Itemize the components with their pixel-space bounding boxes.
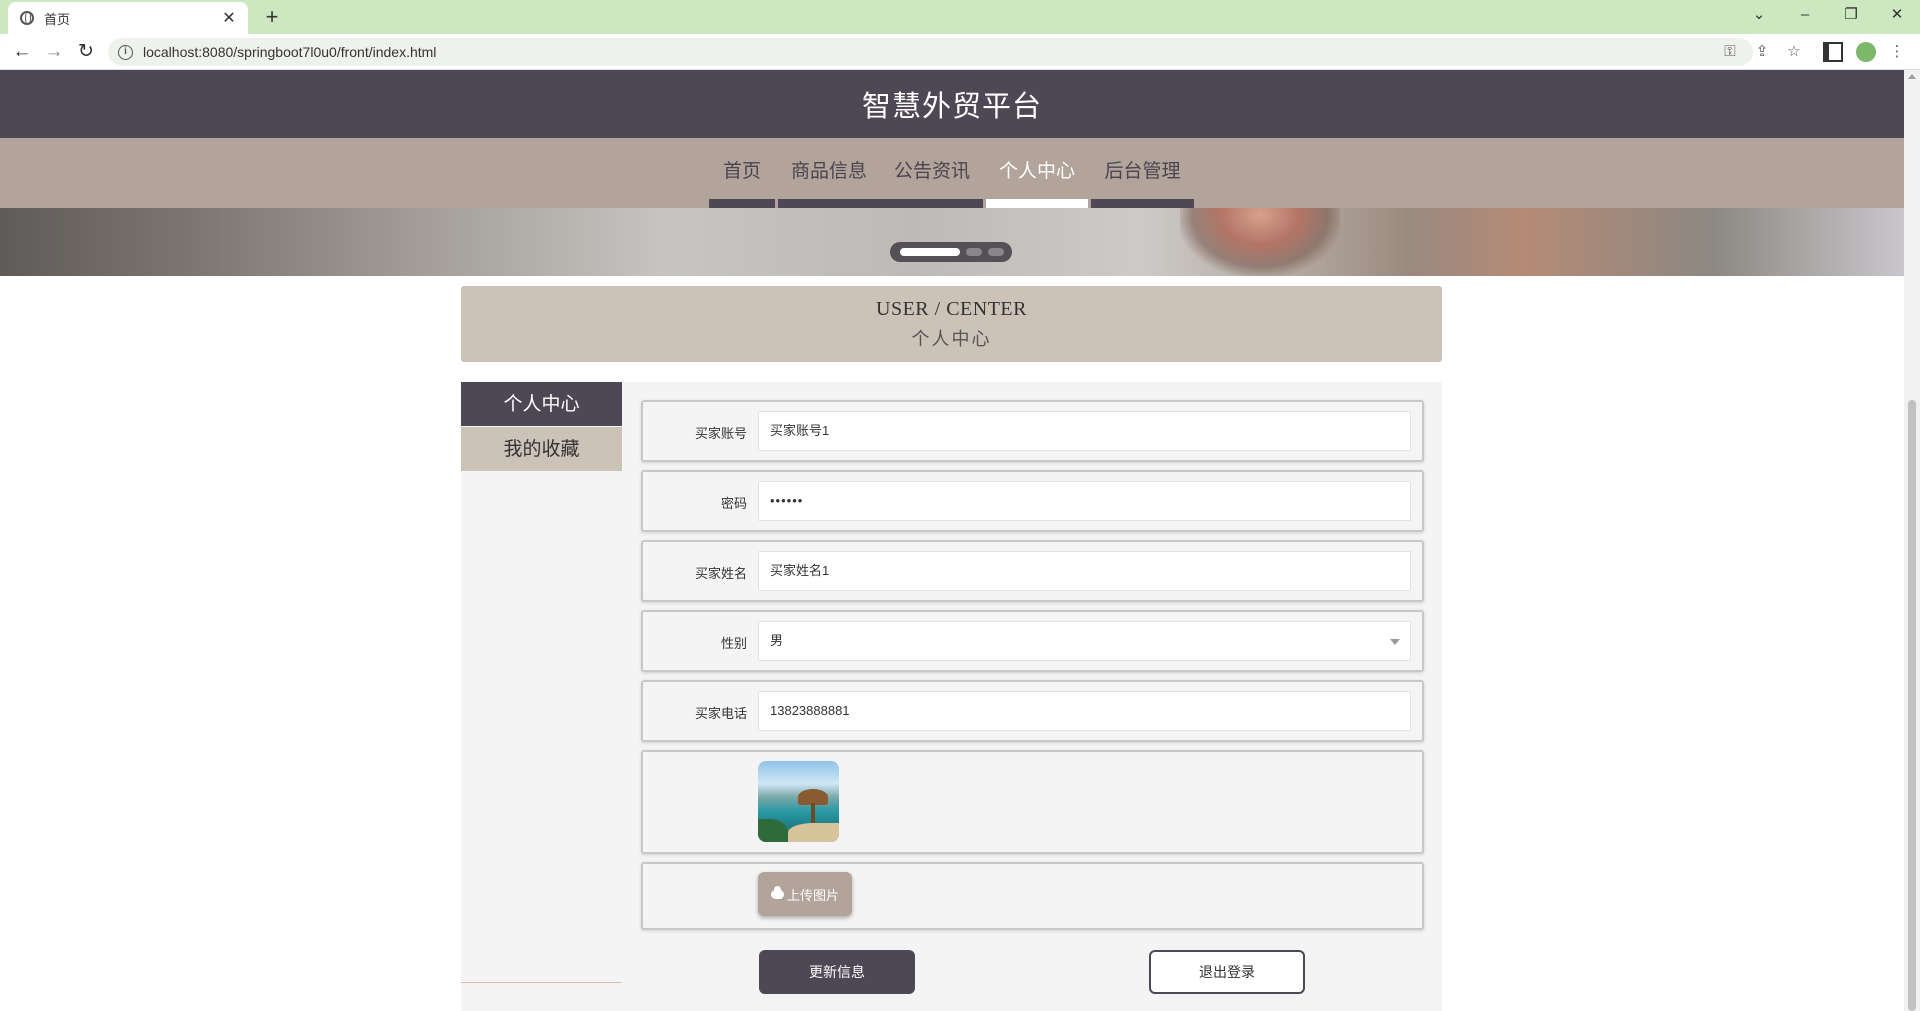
main-nav: 首页 商品信息 公告资讯 个人中心 后台管理 <box>0 138 1904 208</box>
foliage-shape <box>758 819 788 842</box>
nav-label: 首页 <box>722 160 761 182</box>
nav-item-user-center[interactable]: 个人中心 <box>986 138 1088 208</box>
nav-underline <box>1091 199 1194 208</box>
sand-shape <box>788 823 839 842</box>
name-label: 买家姓名 <box>694 566 747 581</box>
avatar-image <box>758 761 839 842</box>
account-label: 买家账号 <box>694 426 747 441</box>
close-tab-icon[interactable]: ✕ <box>220 8 238 28</box>
site-header: 智慧外贸平台 <box>0 70 1904 138</box>
nav-label: 个人中心 <box>998 160 1075 182</box>
nav-item-home[interactable]: 首页 <box>709 138 775 208</box>
menu-icon[interactable]: ⋮ <box>1885 38 1909 66</box>
banner-image <box>1180 208 1340 276</box>
form-row-avatar <box>641 750 1424 854</box>
close-window-button[interactable]: ✕ <box>1880 0 1914 30</box>
page-scrollbar[interactable] <box>1904 70 1920 1011</box>
nav-underline-active <box>986 199 1088 208</box>
reload-button[interactable]: ↻ <box>72 38 100 66</box>
upload-image-button[interactable]: 上传图片 <box>758 872 852 916</box>
carousel-dot[interactable] <box>966 248 982 256</box>
share-icon[interactable]: ⇪ <box>1750 38 1774 66</box>
cloud-upload-icon <box>770 885 784 899</box>
upload-button-label: 上传图片 <box>786 887 839 903</box>
form-row-name: 买家姓名 买家姓名1 <box>641 540 1424 602</box>
chevron-down-icon <box>1390 639 1400 645</box>
scroll-up-arrow-icon[interactable] <box>1908 74 1916 79</box>
sidebar: 个人中心 我的收藏 <box>461 382 622 1011</box>
key-icon[interactable]: ⚿ <box>1718 38 1742 66</box>
sidebar-divider <box>461 982 622 983</box>
logout-button[interactable]: 退出登录 <box>1149 950 1305 994</box>
carousel-dot[interactable] <box>988 248 1004 256</box>
password-label: 密码 <box>720 496 747 511</box>
section-title-cn: 个人中心 <box>911 329 992 350</box>
omnibox[interactable]: i localhost:8080/springboot7l0u0/front/i… <box>108 38 1753 66</box>
form-row-account: 买家账号 买家账号1 <box>641 400 1424 462</box>
update-info-button[interactable]: 更新信息 <box>759 950 915 994</box>
tab-title: 首页 <box>44 11 71 27</box>
nav-item-admin[interactable]: 后台管理 <box>1091 138 1194 208</box>
globe-icon <box>20 11 34 25</box>
web-page: 智慧外贸平台 首页 商品信息 公告资讯 个人中心 后台管理 USER / CEN… <box>0 70 1904 1011</box>
restore-button[interactable]: ❐ <box>1834 0 1868 30</box>
nav-underline <box>778 199 983 208</box>
url-text: localhost:8080/springboot7l0u0/front/ind… <box>143 44 437 60</box>
section-title-en: USER / CENTER <box>876 298 1027 320</box>
side-panel-icon[interactable] <box>1823 42 1843 62</box>
nav-label: 商品信息 <box>790 160 867 182</box>
password-input[interactable]: •••••• <box>758 481 1411 521</box>
forward-button[interactable]: → <box>40 38 68 66</box>
tab-search-icon[interactable]: ⌄ <box>1742 0 1776 30</box>
back-button[interactable]: ← <box>8 38 36 66</box>
phone-input[interactable]: 13823888881 <box>758 691 1411 731</box>
nav-label: 公告资讯 <box>893 160 970 182</box>
nav-label: 后台管理 <box>1104 160 1181 182</box>
form-row-gender: 性别 男 <box>641 610 1424 672</box>
bookmark-star-icon[interactable]: ☆ <box>1782 38 1806 66</box>
form-row-password: 密码 •••••• <box>641 470 1424 532</box>
section-header: USER / CENTER 个人中心 <box>461 286 1442 362</box>
nav-underline <box>709 199 775 208</box>
profile-avatar-icon[interactable] <box>1856 42 1876 62</box>
scrollbar-thumb[interactable] <box>1908 400 1916 1011</box>
form-row-upload: 上传图片 <box>641 862 1424 930</box>
minimize-button[interactable]: – <box>1788 0 1822 30</box>
address-bar-row: ← → ↻ i localhost:8080/springboot7l0u0/f… <box>0 34 1920 70</box>
form-row-phone: 买家电话 13823888881 <box>641 680 1424 742</box>
sidebar-item-user-center[interactable]: 个人中心 <box>461 382 622 426</box>
carousel-indicators <box>890 242 1012 262</box>
browser-tab-strip: 首页 ✕ + ⌄ – ❐ ✕ <box>0 0 1920 34</box>
browser-tab[interactable]: 首页 ✕ <box>8 2 248 34</box>
new-tab-button[interactable]: + <box>260 4 284 30</box>
sidebar-item-favorites[interactable]: 我的收藏 <box>461 427 622 471</box>
phone-label: 买家电话 <box>694 706 747 721</box>
site-info-icon[interactable]: i <box>118 44 133 60</box>
carousel-dot[interactable] <box>900 248 960 256</box>
nav-item-products[interactable]: 商品信息 公告资讯 <box>778 138 983 208</box>
account-input[interactable]: 买家账号1 <box>758 411 1411 451</box>
gender-selected-value: 男 <box>770 633 784 648</box>
gender-select[interactable]: 男 <box>758 621 1411 661</box>
site-title: 智慧外贸平台 <box>861 89 1042 123</box>
name-input[interactable]: 买家姓名1 <box>758 551 1411 591</box>
gender-label: 性别 <box>720 636 747 651</box>
